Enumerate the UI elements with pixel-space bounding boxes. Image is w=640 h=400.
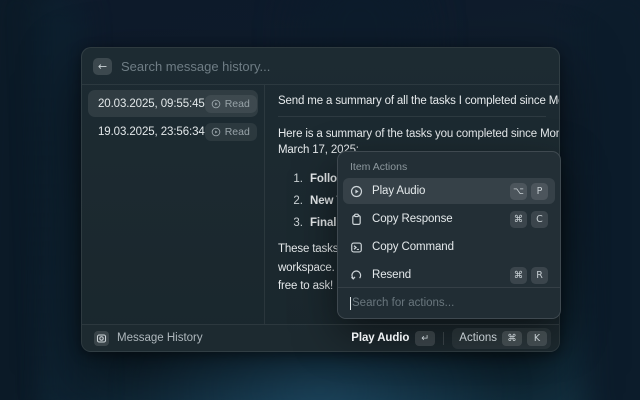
action-panel-title: Item Actions: [338, 152, 560, 178]
actions-search-input[interactable]: Search for actions...: [338, 287, 560, 318]
action-item-copy-command[interactable]: Copy Command: [343, 234, 555, 260]
action-list: Play Audio ⌥ P Copy Response ⌘ C: [338, 178, 560, 300]
command-key: ⌘: [510, 211, 527, 228]
message-list: 20.03.2025, 09:55:45 Read 19.03.2025, 23…: [82, 85, 265, 324]
message-history-icon: [94, 331, 109, 346]
detail-divider: [278, 116, 546, 117]
action-label: Play Audio: [372, 185, 501, 197]
raycast-window: ← 20.03.2025, 09:55:45 Read 19.03.2025, …: [81, 47, 560, 352]
statusbar-divider: [443, 332, 444, 345]
status-bar: Message History Play Audio ↵ Actions ⌘ K: [82, 324, 559, 351]
item-actions-panel: Item Actions Play Audio ⌥ P: [337, 151, 561, 319]
action-item-copy-response[interactable]: Copy Response ⌘ C: [343, 206, 555, 232]
read-badge-label: Read: [225, 98, 250, 110]
return-key: ↵: [415, 331, 435, 346]
k-key: K: [527, 331, 547, 346]
read-badge: Read: [205, 123, 257, 141]
c-key: C: [531, 211, 548, 228]
summary-intro-line: Here is a summary of the tasks you compl…: [278, 126, 546, 142]
primary-action-button[interactable]: Play Audio ↵: [351, 331, 435, 346]
action-label: Resend: [372, 269, 501, 281]
task-number: 2.: [291, 195, 303, 207]
text-caret: [350, 297, 351, 310]
message-datetime: 19.03.2025, 23:56:34: [98, 126, 205, 138]
actions-label: Actions: [459, 332, 497, 344]
back-button[interactable]: ←: [93, 58, 112, 75]
read-badge: Read: [205, 95, 257, 113]
play-circle-icon: [350, 185, 363, 198]
search-input[interactable]: [121, 59, 548, 74]
shortcut-keys: ⌥ P: [510, 183, 548, 200]
task-number: 1.: [291, 173, 303, 185]
shortcut-keys: ⌘ R: [510, 267, 548, 284]
r-key: R: [531, 267, 548, 284]
arrow-left-icon: ←: [98, 61, 107, 72]
search-header: ←: [82, 48, 559, 85]
wallpaper-shape: [570, 0, 640, 400]
desktop: ← 20.03.2025, 09:55:45 Read 19.03.2025, …: [0, 0, 640, 400]
message-question: Send me a summary of all the tasks I com…: [278, 95, 546, 107]
message-datetime: 20.03.2025, 09:55:45: [98, 98, 205, 110]
primary-action-label: Play Audio: [351, 332, 409, 344]
read-badge-label: Read: [225, 126, 250, 138]
task-number: 3.: [291, 217, 303, 229]
command-key: ⌘: [502, 331, 522, 346]
play-circle-icon: [211, 99, 221, 109]
actions-menu-button[interactable]: Actions ⌘ K: [452, 328, 551, 349]
p-key: P: [531, 183, 548, 200]
list-item[interactable]: 19.03.2025, 23:56:34 Read: [88, 118, 258, 145]
terminal-icon: [350, 241, 363, 254]
redo-icon: [350, 269, 363, 282]
shortcut-keys: ⌘ C: [510, 211, 548, 228]
command-key: ⌘: [510, 267, 527, 284]
list-item[interactable]: 20.03.2025, 09:55:45 Read: [88, 90, 258, 117]
action-label: Copy Response: [372, 213, 501, 225]
clipboard-icon: [350, 213, 363, 226]
actions-search-placeholder: Search for actions...: [352, 297, 454, 309]
action-label: Copy Command: [372, 241, 548, 253]
app-name: Message History: [117, 332, 203, 344]
option-key: ⌥: [510, 183, 527, 200]
play-circle-icon: [211, 127, 221, 137]
action-item-resend[interactable]: Resend ⌘ R: [343, 262, 555, 288]
statusbar-actions: Play Audio ↵ Actions ⌘ K: [351, 328, 551, 349]
action-item-play-audio[interactable]: Play Audio ⌥ P: [343, 178, 555, 204]
